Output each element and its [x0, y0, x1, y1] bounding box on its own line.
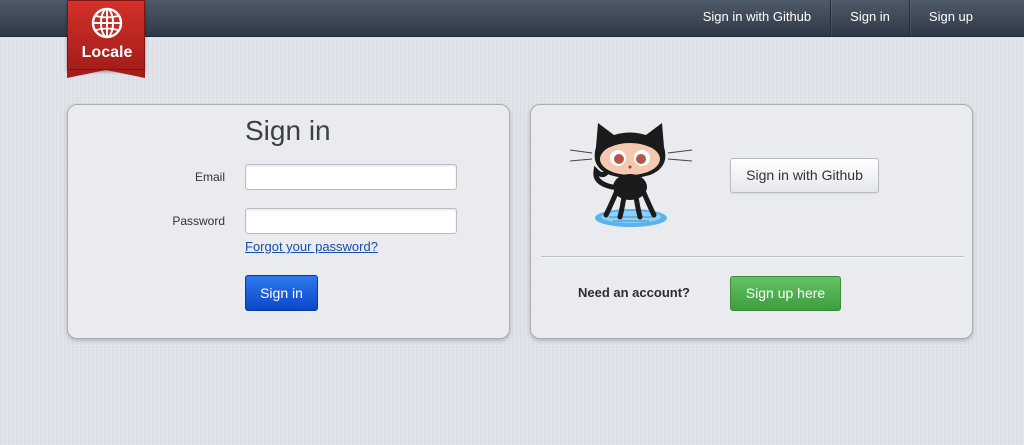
globe-icon	[91, 7, 123, 39]
password-label: Password	[172, 214, 225, 228]
top-navbar: Sign in with Github Sign in Sign up	[0, 0, 1024, 37]
password-field[interactable]	[245, 208, 457, 234]
locale-logo[interactable]: Locale	[67, 0, 145, 78]
need-account-text: Need an account?	[578, 285, 690, 300]
signin-github-button[interactable]: Sign in with Github	[730, 158, 879, 193]
logo-ribbon-notch	[67, 70, 145, 78]
page-title: Sign in	[245, 115, 331, 146]
github-panel: Sign in with Github Need an account? Sig…	[530, 104, 973, 339]
signup-button[interactable]: Sign up here	[730, 276, 841, 311]
forgot-password-link[interactable]: Forgot your password?	[245, 239, 378, 254]
logo-text: Locale	[81, 44, 133, 61]
nav-signup-link[interactable]: Sign up	[908, 0, 992, 37]
signin-button[interactable]: Sign in	[245, 275, 318, 311]
signin-panel: Sign in Email Password Forgot your passw…	[67, 104, 510, 339]
logo-banner: Locale	[67, 0, 145, 70]
top-nav: Sign in with Github Sign in Sign up	[684, 0, 992, 37]
octocat-icon	[569, 123, 693, 227]
panel-divider	[541, 256, 964, 257]
email-field[interactable]	[245, 164, 457, 190]
nav-signin-github-link[interactable]: Sign in with Github	[684, 0, 830, 37]
email-label: Email	[194, 170, 225, 184]
nav-signin-link[interactable]: Sign in	[830, 0, 909, 37]
